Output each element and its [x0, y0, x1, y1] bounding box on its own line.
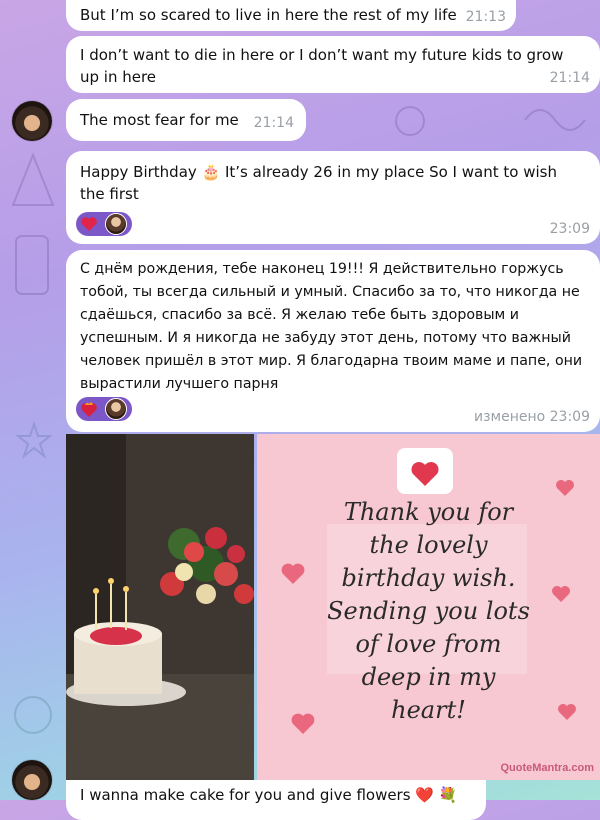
message-time: изменено 23:09 — [474, 409, 590, 425]
sender-avatar[interactable] — [12, 101, 52, 141]
reactor-avatar — [105, 398, 127, 420]
sender-avatar[interactable] — [12, 760, 52, 800]
watermark: QuoteMantra.com — [500, 762, 594, 774]
message-text: I wanna make cake for you and give flowe… — [80, 786, 458, 804]
background-doodle-icon — [395, 106, 425, 136]
reaction-pill[interactable] — [76, 397, 132, 421]
message-text: I don’t want to die in here or I don’t w… — [80, 46, 564, 86]
message-bubble[interactable]: The most fear for me 21:14 — [66, 99, 306, 141]
cake-photo-illustration — [66, 434, 254, 780]
heart-on-fire-icon — [79, 399, 99, 419]
quote-card-image[interactable]: Thank you for the lovely birthday wish. … — [257, 434, 600, 780]
reaction-pill[interactable] — [76, 212, 132, 236]
cake-photo[interactable] — [66, 434, 254, 780]
message-time: 21:14 — [253, 115, 294, 131]
quote-line: heart! — [391, 696, 466, 724]
quote-line: the lovely — [369, 531, 488, 559]
background-doodle-icon — [15, 420, 53, 459]
reactor-avatar — [105, 213, 127, 235]
message-bubble[interactable]: Happy Birthday 🎂 It’s already 26 in my p… — [66, 151, 600, 244]
background-doodle-icon — [15, 235, 49, 295]
quote-text: Thank you for the lovely birthday wish. … — [257, 496, 600, 727]
message-time: 21:14 — [549, 70, 590, 86]
quote-line: birthday wish. — [341, 564, 516, 592]
message-bubble[interactable]: I wanna make cake for you and give flowe… — [66, 780, 486, 820]
message-bubble[interactable]: But I’m so scared to live in here the re… — [66, 0, 516, 31]
heart-icon — [79, 214, 99, 234]
message-bubble[interactable]: I don’t want to die in here or I don’t w… — [66, 36, 600, 93]
message-time: 21:13 — [465, 9, 506, 25]
background-doodle-icon — [14, 696, 52, 734]
quote-line: deep in my — [361, 663, 496, 691]
message-text: But I’m so scared to live in here the re… — [80, 6, 457, 24]
message-text: С днём рождения, тебе наконец 19!!! Я де… — [80, 261, 583, 392]
background-doodle-icon — [524, 109, 586, 131]
message-bubble[interactable]: С днём рождения, тебе наконец 19!!! Я де… — [66, 250, 600, 432]
message-text: The most fear for me — [80, 111, 239, 129]
quote-line: Sending you lots — [327, 597, 530, 625]
quote-line: of love from — [355, 630, 502, 658]
quote-line: Thank you for — [343, 498, 514, 526]
message-time: 23:09 — [549, 221, 590, 237]
message-text: Happy Birthday 🎂 It’s already 26 in my p… — [80, 163, 557, 203]
background-doodle-icon — [11, 152, 55, 206]
